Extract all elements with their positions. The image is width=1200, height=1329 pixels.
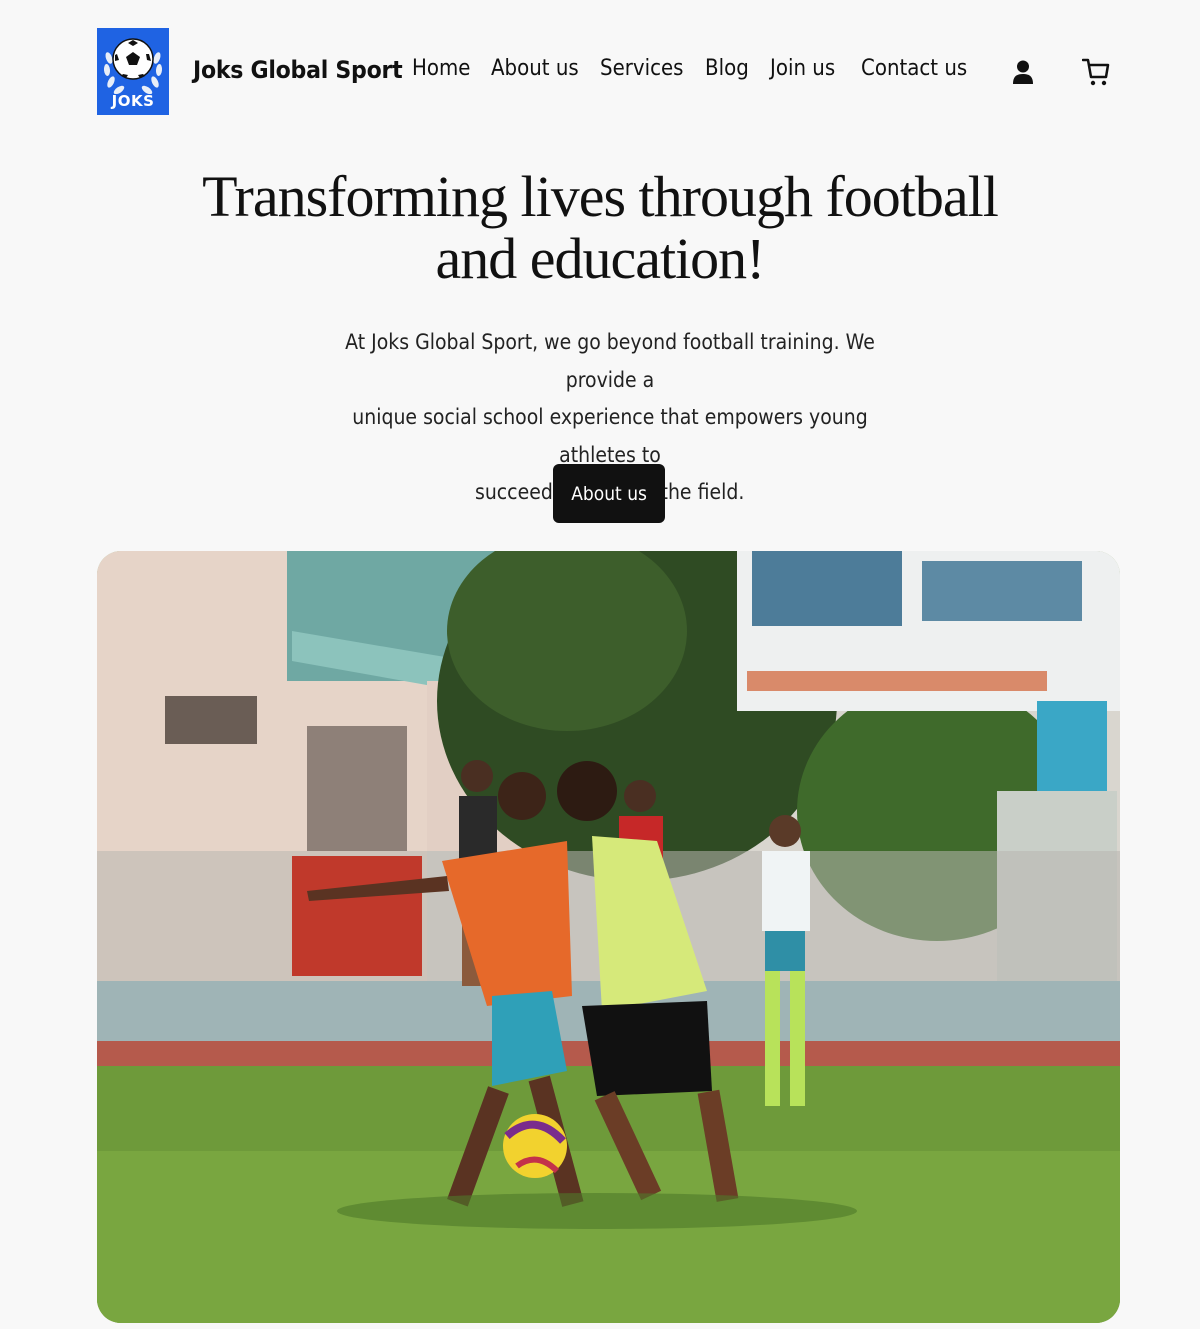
nav-home[interactable]: Home xyxy=(412,56,470,81)
hero-title-line1: Transforming lives through football xyxy=(202,164,999,229)
football-players-photo xyxy=(97,551,1120,1323)
cart-icon xyxy=(1082,58,1110,86)
about-us-button-label: About us xyxy=(571,482,647,505)
brand-name[interactable]: Joks Global Sport xyxy=(193,56,403,84)
nav-about-us[interactable]: About us xyxy=(491,56,579,81)
hero-image-youth-football-match xyxy=(97,551,1120,1323)
account-button[interactable] xyxy=(1006,55,1040,89)
nav-services[interactable]: Services xyxy=(600,56,684,81)
hero-title: Transforming lives through football and … xyxy=(200,166,1000,290)
nav-join-us[interactable]: Join us xyxy=(770,56,835,81)
hero-title-line2: and education! xyxy=(435,226,765,291)
cart-button[interactable] xyxy=(1079,55,1113,89)
nav-contact-us[interactable]: Contact us xyxy=(861,56,967,81)
hero-text-line1: At Joks Global Sport, we go beyond footb… xyxy=(345,330,875,392)
about-us-button[interactable]: About us xyxy=(553,464,665,523)
logo[interactable]: JOKS xyxy=(97,28,169,115)
hero-text-line2: unique social school experience that emp… xyxy=(352,405,868,467)
site-header: JOKS Joks Global Sport Home About us Ser… xyxy=(0,0,1200,144)
nav-blog[interactable]: Blog xyxy=(705,56,749,81)
logo-text: JOKS xyxy=(111,92,155,110)
account-icon xyxy=(1013,60,1033,84)
